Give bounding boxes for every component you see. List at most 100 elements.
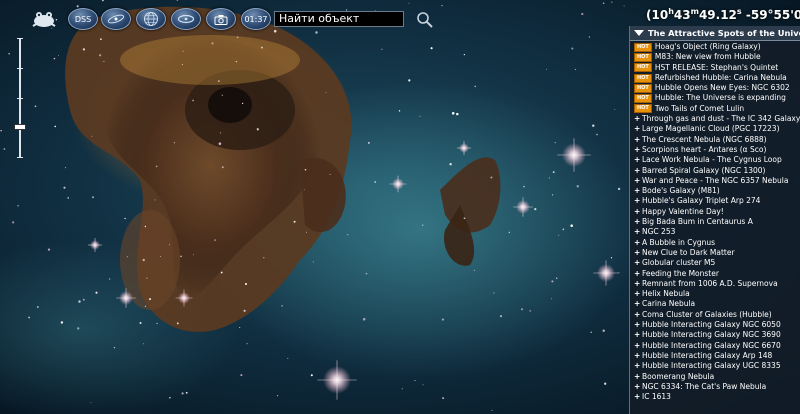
expand-plus-icon[interactable]: + — [634, 217, 642, 227]
star — [246, 343, 248, 345]
list-item[interactable]: + Helix Nebula — [634, 289, 800, 299]
list-item[interactable]: HOT Hubble: The Universe is expanding — [634, 93, 800, 104]
collapse-triangle-icon[interactable] — [634, 30, 644, 36]
zoom-handle[interactable] — [14, 124, 26, 130]
star — [181, 392, 184, 395]
expand-plus-icon[interactable]: + — [634, 310, 642, 320]
orbit-icon — [177, 14, 195, 24]
list-item[interactable]: + War and Peace - The NGC 6357 Nebula — [634, 176, 800, 186]
search-input[interactable]: Найти объект — [274, 11, 404, 27]
list-item-label: Big Bada Bum in Centaurus A — [642, 217, 753, 227]
expand-plus-icon[interactable]: + — [634, 372, 642, 382]
list-item[interactable]: + Hubble Interacting Galaxy NGC 6670 — [634, 341, 800, 351]
globe-button[interactable] — [136, 8, 166, 30]
list-item[interactable]: + Coma Cluster of Galaxies (Hubble) — [634, 310, 800, 320]
list-item[interactable]: + New Clue to Dark Matter — [634, 248, 800, 258]
star — [602, 329, 605, 332]
list-item[interactable]: + Boomerang Nebula — [634, 372, 800, 382]
expand-plus-icon[interactable]: + — [634, 341, 642, 351]
list-item[interactable]: + The Crescent Nebula (NGC 6888) — [634, 135, 800, 145]
expand-plus-icon[interactable]: + — [634, 269, 642, 279]
list-item[interactable]: + IC 1613 — [634, 392, 800, 402]
list-item[interactable]: HOT M83: New view from Hubble — [634, 52, 800, 62]
expand-plus-icon[interactable]: + — [634, 155, 642, 165]
list-item[interactable]: + Big Bada Bum in Centaurus A — [634, 217, 800, 227]
orbit-button[interactable] — [171, 8, 201, 30]
star — [243, 309, 246, 312]
dss-button[interactable]: DSS — [68, 8, 98, 30]
list-item[interactable]: HOT Hubble Opens New Eyes: NGC 6302 — [634, 83, 800, 93]
star — [63, 186, 66, 189]
list-item[interactable]: HOT Refurbished Hubble: Carina Nebula — [634, 73, 800, 83]
star — [218, 142, 222, 145]
list-item[interactable]: + Lace Work Nebula - The Cygnus Loop — [634, 155, 800, 165]
star — [156, 322, 158, 325]
list-item[interactable]: + Through gas and dust - The IC 342 Galax… — [634, 114, 800, 124]
list-item[interactable]: + Large Magellanic Cloud (PGC 17223) — [634, 124, 800, 134]
expand-plus-icon[interactable]: + — [634, 186, 642, 196]
star — [76, 327, 80, 330]
expand-plus-icon[interactable]: + — [634, 166, 642, 176]
expand-plus-icon[interactable]: + — [634, 351, 642, 361]
expand-plus-icon[interactable]: + — [634, 124, 642, 134]
list-item[interactable]: + A Bubble in Cygnus — [634, 238, 800, 248]
list-item[interactable]: HOT Hoag's Object (Ring Galaxy) — [634, 42, 800, 52]
list-item[interactable]: + Globular cluster M5 — [634, 258, 800, 268]
expand-plus-icon[interactable]: + — [634, 320, 642, 330]
expand-plus-icon[interactable]: + — [634, 279, 642, 289]
expand-plus-icon[interactable]: + — [634, 330, 642, 340]
zoom-tick — [17, 98, 23, 99]
list-item[interactable]: + NGC 253 — [634, 227, 800, 237]
list-item[interactable]: + Scorpions heart - Antares (α Sco) — [634, 145, 800, 155]
star — [419, 115, 421, 117]
star — [618, 272, 620, 274]
panel-header[interactable]: The Attractive Spots of the Universe — [630, 26, 800, 41]
expand-plus-icon[interactable]: + — [634, 207, 642, 217]
star — [551, 298, 552, 300]
star — [596, 133, 598, 136]
expand-plus-icon[interactable]: + — [634, 145, 642, 155]
expand-plus-icon[interactable]: + — [634, 382, 642, 392]
star — [173, 142, 176, 144]
expand-plus-icon[interactable]: + — [634, 299, 642, 309]
frog-logo-icon[interactable] — [30, 8, 58, 30]
list-item[interactable]: + Hubble Interacting Galaxy UGC 8335 — [634, 361, 800, 371]
galaxy-view-button[interactable] — [101, 8, 131, 30]
expand-plus-icon[interactable]: + — [634, 258, 642, 268]
list-item[interactable]: + Happy Valentine Day! — [634, 207, 800, 217]
search-icon[interactable] — [416, 11, 434, 29]
list-item[interactable]: + Barred Spiral Galaxy (NGC 1300) — [634, 166, 800, 176]
star — [221, 166, 224, 169]
list-item[interactable]: + Bode's Galaxy (M81) — [634, 186, 800, 196]
star — [220, 271, 223, 274]
star — [142, 258, 145, 262]
expand-plus-icon[interactable]: + — [634, 238, 642, 248]
camera-button[interactable] — [206, 8, 236, 30]
expand-plus-icon[interactable]: + — [634, 114, 642, 124]
list-item[interactable]: + Hubble Interacting Galaxy Arp 148 — [634, 351, 800, 361]
expand-plus-icon[interactable]: + — [634, 135, 642, 145]
expand-plus-icon[interactable]: + — [634, 227, 642, 237]
star — [99, 38, 102, 41]
list-item[interactable]: + Hubble's Galaxy Triplet Arp 274 — [634, 196, 800, 206]
star — [398, 110, 401, 112]
expand-plus-icon[interactable]: + — [634, 392, 642, 402]
list-item[interactable]: + Hubble Interacting Galaxy NGC 3690 — [634, 330, 800, 340]
expand-plus-icon[interactable]: + — [634, 289, 642, 299]
list-item[interactable]: + NGC 6334: The Cat's Paw Nebula — [634, 382, 800, 392]
expand-plus-icon[interactable]: + — [634, 248, 642, 258]
list-item[interactable]: HOT Two Tails of Comet Lulin — [634, 104, 800, 114]
expand-plus-icon[interactable]: + — [634, 361, 642, 371]
expand-plus-icon[interactable]: + — [634, 196, 642, 206]
list-item[interactable]: + Feeding the Monster — [634, 269, 800, 279]
zoom-slider[interactable] — [14, 38, 26, 158]
list-item[interactable]: + Hubble Interacting Galaxy NGC 6050 — [634, 320, 800, 330]
star — [3, 148, 6, 150]
list-item[interactable]: HOT HST RELEASE: Stephan's Quintet — [634, 63, 800, 73]
list-item[interactable]: + Carina Nebula — [634, 299, 800, 309]
list-item[interactable]: + Remnant from 1006 A.D. Supernova — [634, 279, 800, 289]
clock-button[interactable]: 01:37 — [241, 8, 271, 30]
expand-plus-icon[interactable]: + — [634, 176, 642, 186]
star — [169, 396, 171, 399]
spots-list: HOT Hoag's Object (Ring Galaxy) HOT M83: Ne… — [634, 42, 800, 402]
